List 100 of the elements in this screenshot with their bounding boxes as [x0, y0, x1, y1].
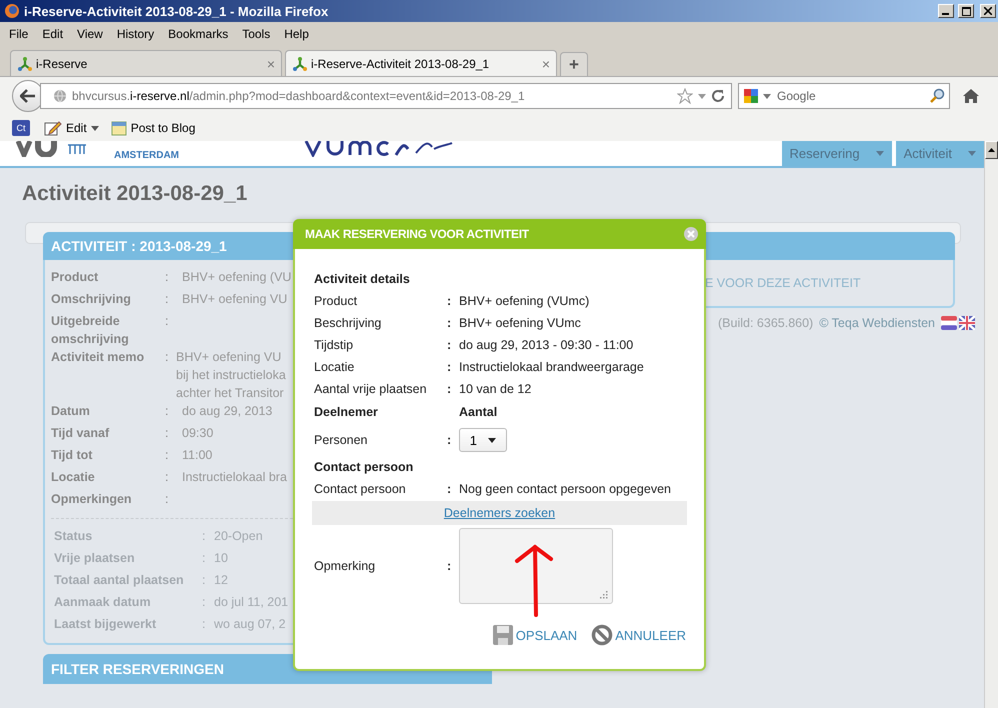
menu-item[interactable]: Edit	[35, 25, 70, 43]
star-icon[interactable]	[677, 88, 693, 104]
minimize-button[interactable]	[938, 4, 954, 18]
field-value: do aug 29, 2013	[182, 403, 272, 420]
close-icon[interactable]: ×	[542, 56, 550, 72]
field-label: Opmerkingen	[51, 491, 133, 508]
field-value: BHV+ oefening (VUmc)	[459, 294, 590, 308]
field-label: Omschrijving	[51, 291, 132, 308]
field-label: Beschrijving	[314, 316, 382, 330]
colon: :	[165, 313, 170, 330]
field-label: Personen	[314, 433, 369, 447]
cancel-button[interactable]: ANNULEER	[591, 624, 686, 646]
colon: :	[165, 291, 170, 308]
logo-subtitle: AMSTERDAM	[114, 150, 179, 161]
menu-item[interactable]: View	[70, 25, 110, 43]
field-label: Totaal aantal plaatsen	[54, 572, 185, 589]
field-value: do jul 11, 201	[214, 594, 288, 611]
globe-icon	[53, 89, 67, 103]
field-value: BHV+ oefening VU	[176, 349, 282, 366]
calendar-icon	[110, 120, 127, 136]
scroll-up-button[interactable]	[985, 141, 998, 159]
menu-item[interactable]: Bookmarks	[161, 25, 236, 43]
remark-field[interactable]	[459, 528, 613, 604]
up-arrow-icon	[988, 148, 995, 152]
maximize-button[interactable]	[958, 4, 974, 18]
empty-message: E VOOR DEZE ACTIVITEIT	[705, 276, 861, 290]
colon: :	[165, 425, 170, 442]
colon: :	[447, 382, 452, 396]
resize-handle-icon[interactable]	[600, 591, 608, 599]
colon: :	[165, 269, 170, 286]
column-heading: Deelnemer	[314, 405, 379, 419]
menu-item[interactable]: History	[110, 25, 162, 43]
swoosh-icon	[414, 141, 454, 155]
save-button[interactable]: OPSLAAN	[492, 624, 578, 646]
field-value: Instructielokaal brandweergarage	[459, 360, 644, 374]
back-arrow-icon	[20, 89, 36, 103]
browser-tab[interactable]: i-Reserve ×	[10, 50, 282, 76]
home-icon[interactable]	[962, 87, 980, 105]
field-value: achter het Transitor	[176, 385, 285, 402]
colon: :	[202, 572, 206, 589]
field-value: do aug 29, 2013 - 09:30 - 11:00	[459, 338, 634, 352]
colon: :	[447, 294, 452, 308]
caret-icon	[876, 151, 884, 156]
field-value: 10 van de 12	[459, 382, 532, 396]
field-label: Laatst bijgewerkt	[54, 616, 158, 633]
search-participants-link[interactable]: Deelnemers zoeken	[444, 506, 556, 520]
field-value: bij het instructieloka	[176, 367, 286, 384]
maximize-icon	[962, 6, 970, 16]
column-heading: Aantal	[459, 405, 498, 419]
address-field[interactable]: bhvcursus.i-reserve.nl/admin.php?mod=dashboard&context=event&id=2013-08-29_1	[40, 83, 732, 109]
field-label: Aanmaak datum	[54, 594, 152, 611]
colon: :	[202, 528, 206, 545]
browser-tab[interactable]: i-Reserve-Activiteit 2013-08-29_1 ×	[285, 50, 557, 76]
field-value: 11:00	[182, 447, 212, 464]
colon: :	[165, 447, 170, 464]
field-label: Opmerking	[314, 559, 376, 573]
field-label: Locatie	[314, 360, 356, 374]
field-label: Tijdstip	[314, 338, 354, 352]
menu-item[interactable]: File	[2, 25, 36, 43]
field-label: Vrije plaatsen	[54, 550, 136, 567]
field-label: Status	[54, 528, 94, 545]
field-value: 10	[214, 550, 228, 567]
pencil-icon	[44, 120, 62, 136]
colon: :	[202, 550, 206, 567]
colon: :	[165, 469, 170, 486]
field-label: Aantal vrije plaatsen	[314, 382, 428, 396]
field-label: Datum	[51, 403, 91, 420]
griffin-icon	[66, 143, 88, 155]
new-tab-button[interactable]: +	[560, 52, 588, 76]
field-label: Contact persoon	[314, 482, 407, 496]
page-title: Activiteit 2013-08-29_1	[22, 182, 248, 207]
bookmark-link[interactable]: Post to Blog	[110, 120, 196, 136]
colon: :	[202, 594, 206, 611]
menu-item[interactable]: Tools	[235, 25, 278, 43]
persons-select[interactable]: 1	[459, 428, 507, 452]
colon: :	[447, 316, 452, 330]
caret-icon	[488, 438, 496, 442]
close-icon	[984, 7, 992, 15]
colon: :	[447, 360, 452, 374]
field-label: Locatie	[51, 469, 96, 486]
colon: :	[165, 491, 170, 508]
field-value: 20-Open	[214, 528, 263, 545]
scrollbar[interactable]	[984, 141, 998, 708]
caret-icon	[90, 126, 99, 130]
reload-icon[interactable]	[711, 89, 725, 103]
uk-flag-icon[interactable]	[959, 316, 975, 330]
search-icon[interactable]	[929, 88, 945, 104]
field-value: BHV+ oefening VU	[182, 291, 288, 308]
tree-icon	[17, 56, 33, 72]
dutch-flag-icon[interactable]	[941, 316, 957, 330]
build-text: (Build: 6365.860)	[718, 316, 814, 330]
menu-item[interactable]: Help	[277, 25, 316, 43]
window-title: i-Reserve-Activiteit 2013-08-29_1 - Mozilla Firefox	[24, 4, 330, 18]
search-bar[interactable]: Google	[738, 83, 950, 109]
field-label: Tijd vanaf	[51, 425, 110, 442]
ban-icon	[591, 624, 614, 646]
bookmark-menu[interactable]: Edit	[44, 120, 99, 136]
close-button[interactable]	[980, 4, 996, 18]
app-badge[interactable]: Ct	[12, 120, 30, 136]
field-value: BHV+ oefening VUmc	[459, 316, 581, 330]
